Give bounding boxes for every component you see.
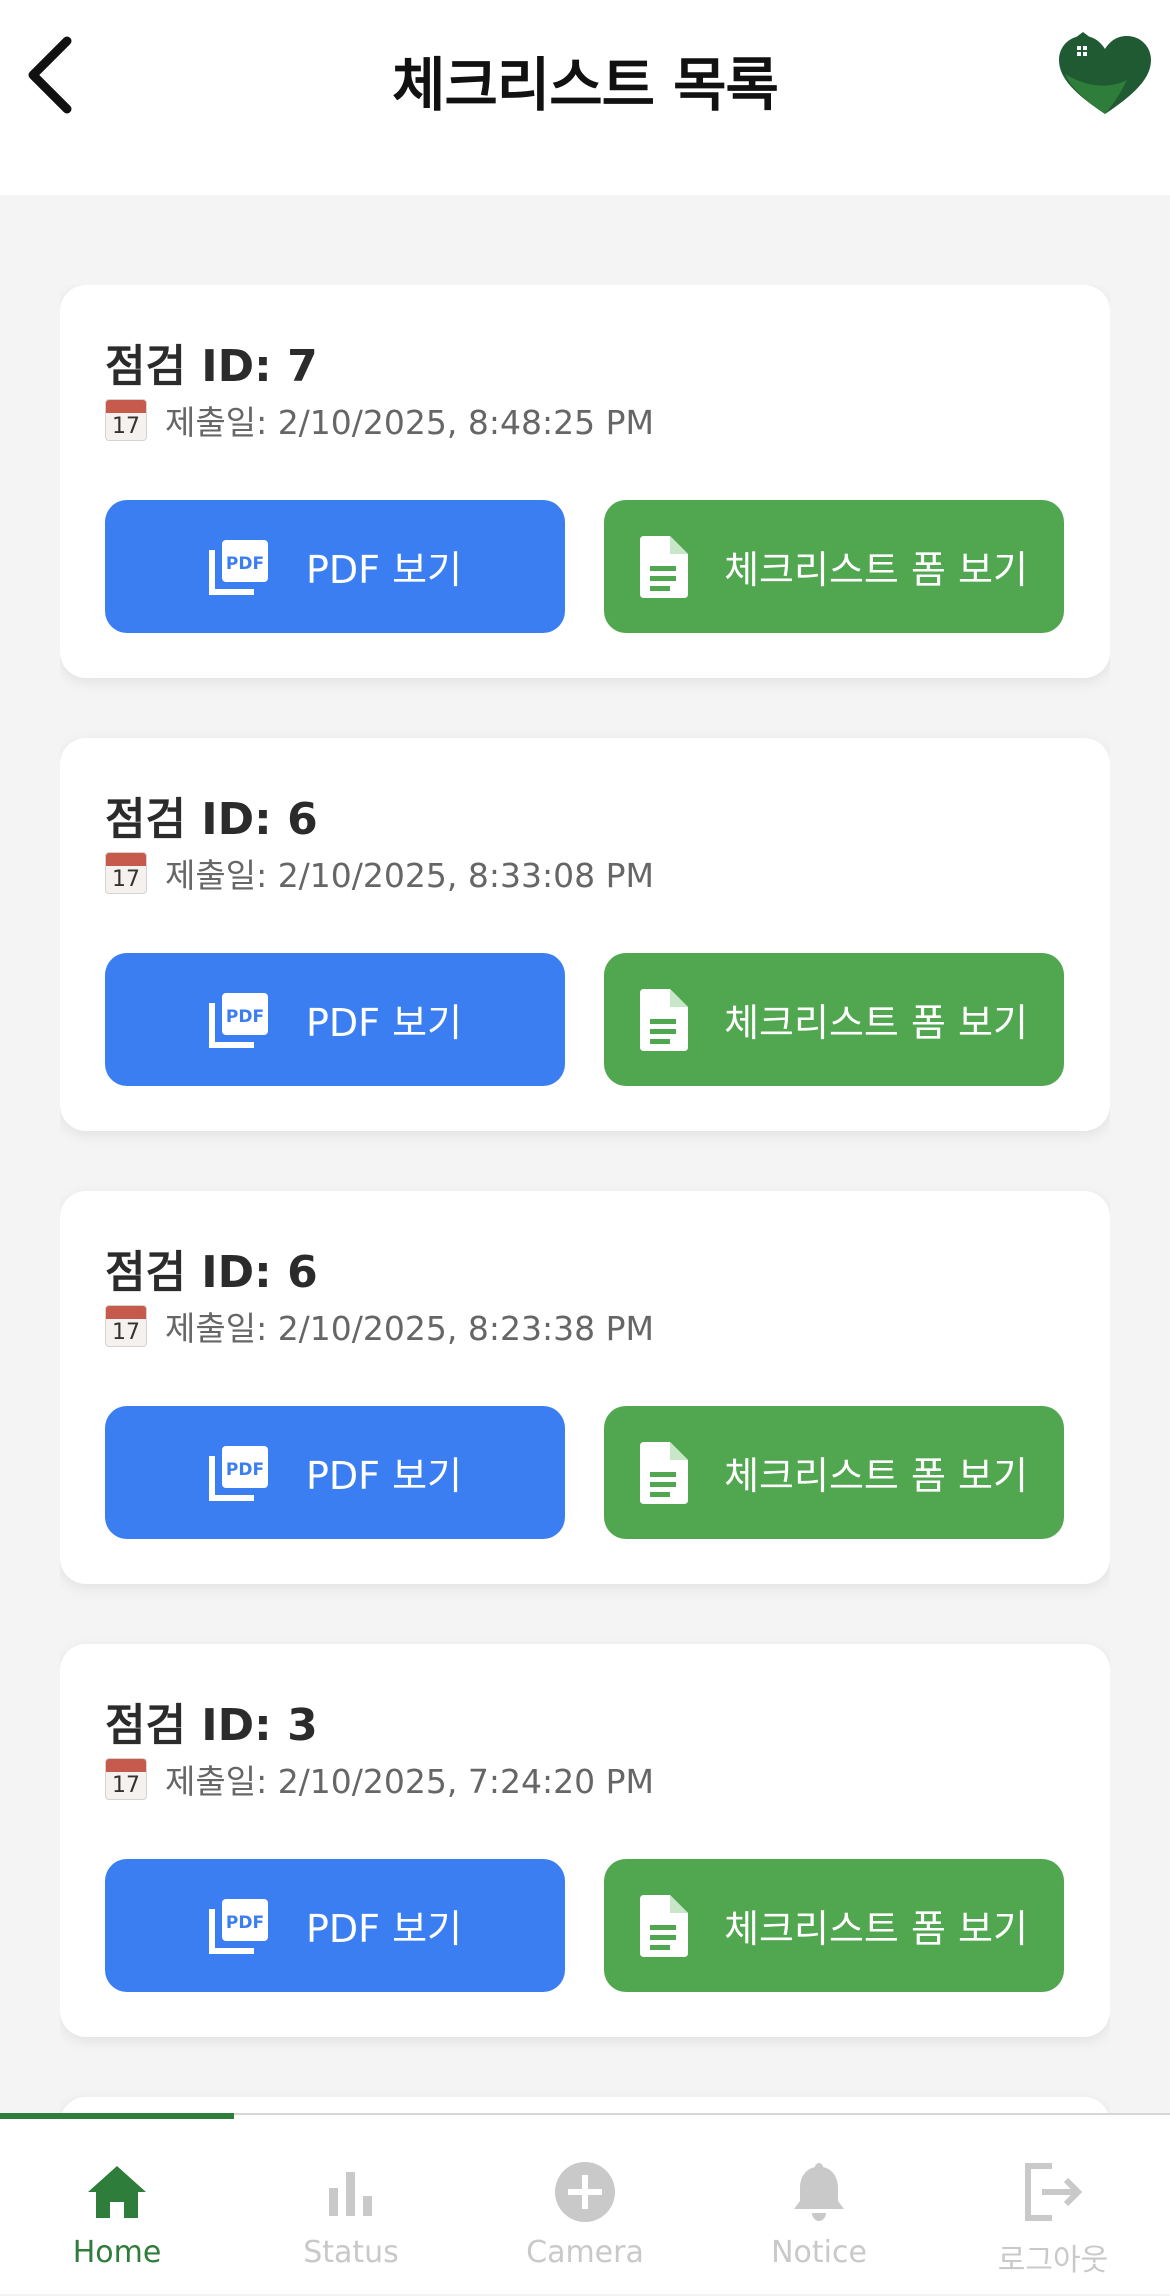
tab-status-label: Status <box>303 2235 399 2270</box>
submission-date: 17 제출일: 2/10/2025, 8:33:08 PM <box>105 850 654 896</box>
tab-notice[interactable]: Notice <box>702 2115 936 2296</box>
calendar-icon: 17 <box>105 1305 147 1347</box>
tab-status[interactable]: Status <box>234 2115 468 2296</box>
tab-logout-label: 로그아웃 <box>997 2243 1109 2278</box>
document-icon <box>640 1894 689 1957</box>
tab-camera-label: Camera <box>526 2235 644 2270</box>
view-checklist-form-button[interactable]: 체크리스트 폼 보기 <box>604 953 1064 1086</box>
submission-date-text: 제출일: 2/10/2025, 8:23:38 PM <box>165 1309 654 1348</box>
pdf-icon: PDF <box>208 1897 270 1955</box>
bell-icon <box>702 2157 936 2227</box>
view-pdf-button[interactable]: PDF PDF 보기 <box>105 1859 565 1992</box>
calendar-icon: 17 <box>105 852 147 894</box>
svg-text:PDF: PDF <box>226 1913 264 1933</box>
checklist-card: 점검 ID: 3 17 제출일: 2/10/2025, 7:24:20 PM P… <box>60 1644 1110 2037</box>
checklist-list[interactable]: 점검 ID: 7 17 제출일: 2/10/2025, 8:48:25 PM P… <box>60 285 1110 2115</box>
view-checklist-form-button[interactable]: 체크리스트 폼 보기 <box>604 1859 1064 1992</box>
plus-circle-icon <box>468 2157 702 2227</box>
view-pdf-label: PDF 보기 <box>305 1907 463 1951</box>
document-icon <box>640 1441 689 1504</box>
svg-text:PDF: PDF <box>226 1007 264 1027</box>
svg-text:PDF: PDF <box>226 1460 264 1480</box>
inspection-id: 점검 ID: 6 <box>105 1247 318 1298</box>
pdf-icon: PDF <box>208 991 270 1049</box>
submission-date-text: 제출일: 2/10/2025, 8:48:25 PM <box>165 403 654 442</box>
view-checklist-form-label: 체크리스트 폼 보기 <box>724 1454 1028 1498</box>
inspection-id: 점검 ID: 7 <box>105 341 318 392</box>
view-pdf-button[interactable]: PDF PDF 보기 <box>105 953 565 1086</box>
heart-house-logo <box>1055 30 1155 120</box>
tab-logout[interactable]: 로그아웃 <box>936 2115 1170 2296</box>
view-pdf-label: PDF 보기 <box>305 1454 463 1498</box>
bar-chart-icon <box>234 2157 468 2227</box>
tab-camera[interactable]: Camera <box>468 2115 702 2296</box>
tab-notice-label: Notice <box>771 2235 867 2270</box>
calendar-icon: 17 <box>105 1758 147 1800</box>
page-title: 체크리스트 목록 <box>392 51 779 119</box>
calendar-icon: 17 <box>105 399 147 441</box>
tab-home[interactable]: Home <box>0 2115 234 2296</box>
view-pdf-label: PDF 보기 <box>305 548 463 592</box>
inspection-id: 점검 ID: 3 <box>105 1700 318 1751</box>
document-icon <box>640 535 689 598</box>
bottom-tab-bar: Home Status Camera Notice 로그아웃 <box>0 2113 1170 2294</box>
view-pdf-button[interactable]: PDF PDF 보기 <box>105 500 565 633</box>
submission-date-text: 제출일: 2/10/2025, 7:24:20 PM <box>165 1762 654 1801</box>
document-icon <box>640 988 689 1051</box>
logout-icon <box>936 2157 1170 2227</box>
submission-date: 17 제출일: 2/10/2025, 7:24:20 PM <box>105 1756 654 1802</box>
view-checklist-form-button[interactable]: 체크리스트 폼 보기 <box>604 500 1064 633</box>
submission-date-text: 제출일: 2/10/2025, 8:33:08 PM <box>165 856 654 895</box>
inspection-id: 점검 ID: 6 <box>105 794 318 845</box>
submission-date: 17 제출일: 2/10/2025, 8:23:38 PM <box>105 1303 654 1349</box>
pdf-icon: PDF <box>208 1444 270 1502</box>
view-checklist-form-label: 체크리스트 폼 보기 <box>724 1001 1028 1045</box>
view-checklist-form-button[interactable]: 체크리스트 폼 보기 <box>604 1406 1064 1539</box>
view-checklist-form-label: 체크리스트 폼 보기 <box>724 1907 1028 1951</box>
view-pdf-button[interactable]: PDF PDF 보기 <box>105 1406 565 1539</box>
pdf-icon: PDF <box>208 538 270 596</box>
home-icon <box>0 2157 234 2227</box>
submission-date: 17 제출일: 2/10/2025, 8:48:25 PM <box>105 397 654 443</box>
tab-home-label: Home <box>72 2235 162 2270</box>
checklist-card: 점검 ID: 7 17 제출일: 2/10/2025, 8:48:25 PM P… <box>60 285 1110 678</box>
checklist-card: 점검 ID: 6 17 제출일: 2/10/2025, 8:23:38 PM P… <box>60 1191 1110 1584</box>
svg-text:PDF: PDF <box>226 554 264 574</box>
view-pdf-label: PDF 보기 <box>305 1001 463 1045</box>
view-checklist-form-label: 체크리스트 폼 보기 <box>724 548 1028 592</box>
header: 체크리스트 목록 <box>0 0 1170 195</box>
checklist-card: 점검 ID: 6 17 제출일: 2/10/2025, 8:33:08 PM P… <box>60 738 1110 1131</box>
